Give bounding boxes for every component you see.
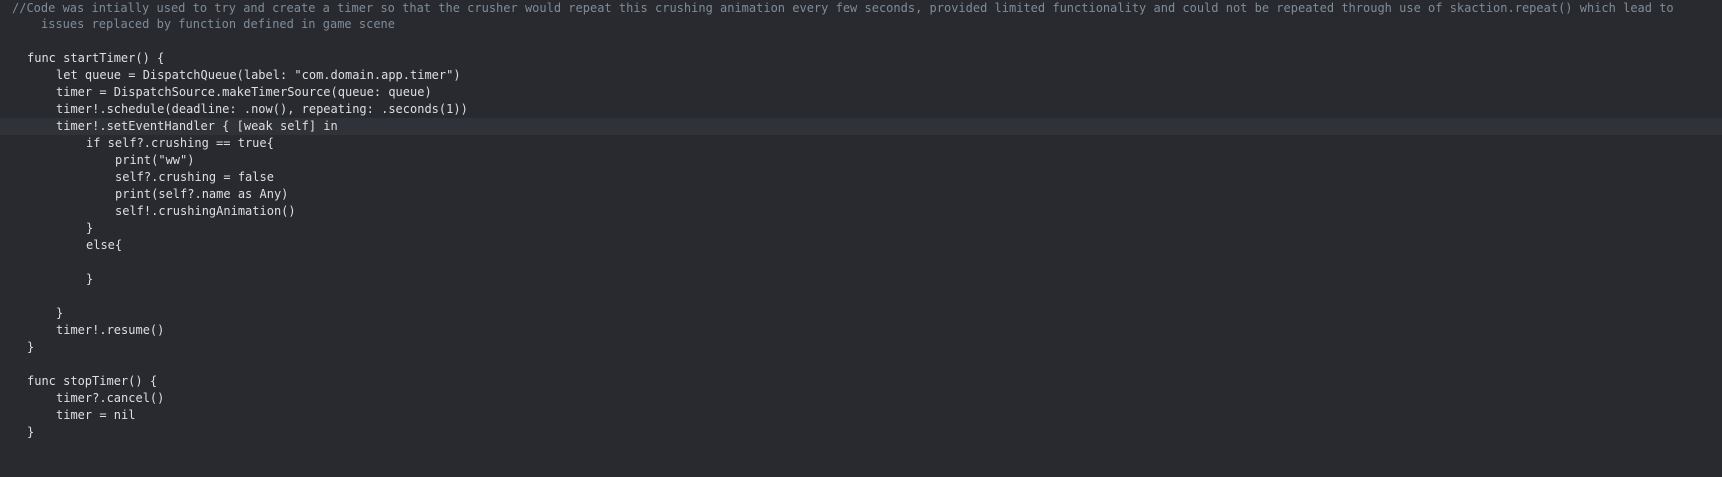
code-line-1[interactable]: //Code was intially used to try and crea… <box>0 0 1722 17</box>
code-line-9[interactable]: if self?.crushing == true{ <box>0 135 1722 152</box>
code-line-18[interactable] <box>0 288 1722 305</box>
code-line-3[interactable] <box>0 33 1722 50</box>
code-text: timer = DispatchSource.makeTimerSource(q… <box>56 85 432 99</box>
code-line-22[interactable] <box>0 356 1722 373</box>
code-line-8-current[interactable]: timer!.setEventHandler { [weak self] in <box>0 118 1722 135</box>
code-line-6[interactable]: timer = DispatchSource.makeTimerSource(q… <box>0 84 1722 101</box>
code-text: self?.crushing = false <box>115 170 274 184</box>
code-editor[interactable]: //Code was intially used to try and crea… <box>0 0 1722 477</box>
code-text: timer!.resume() <box>56 323 165 337</box>
code-line-5[interactable]: let queue = DispatchQueue(label: "com.do… <box>0 67 1722 84</box>
code-line-17[interactable]: } <box>0 271 1722 288</box>
code-text: timer = nil <box>56 408 136 422</box>
code-text: else{ <box>86 238 123 252</box>
code-text: self!.crushingAnimation() <box>115 204 296 218</box>
code-line-19[interactable]: } <box>0 305 1722 322</box>
code-text: if self?.crushing == true{ <box>86 136 274 150</box>
code-line-26[interactable]: } <box>0 424 1722 441</box>
code-line-23[interactable]: func stopTimer() { <box>0 373 1722 390</box>
code-text: timer!.setEventHandler { [weak self] in <box>56 119 338 133</box>
code-line-10[interactable]: print("ww") <box>0 152 1722 169</box>
code-line-21[interactable]: } <box>0 339 1722 356</box>
code-text: } <box>86 221 94 235</box>
code-text: let queue = DispatchQueue(label: "com.do… <box>56 68 461 82</box>
code-text: func stopTimer() { <box>27 374 158 388</box>
code-line-4[interactable]: func startTimer() { <box>0 50 1722 67</box>
code-line-20[interactable]: timer!.resume() <box>0 322 1722 339</box>
code-text: print(self?.name as Any) <box>115 187 289 201</box>
code-text: timer!.schedule(deadline: .now(), repeat… <box>56 102 468 116</box>
code-line-2[interactable]: issues replaced by function defined in g… <box>0 16 1722 33</box>
code-text: issues replaced by function defined in g… <box>41 17 396 31</box>
code-text: //Code was intially used to try and crea… <box>12 1 1674 15</box>
code-text: } <box>27 340 35 354</box>
code-text: } <box>56 306 64 320</box>
code-line-12[interactable]: print(self?.name as Any) <box>0 186 1722 203</box>
code-line-16[interactable] <box>0 254 1722 271</box>
code-line-7[interactable]: timer!.schedule(deadline: .now(), repeat… <box>0 101 1722 118</box>
code-line-14[interactable]: } <box>0 220 1722 237</box>
code-text: print("ww") <box>115 153 195 167</box>
code-line-24[interactable]: timer?.cancel() <box>0 390 1722 407</box>
code-text: } <box>27 425 35 439</box>
code-line-15[interactable]: else{ <box>0 237 1722 254</box>
code-text: func startTimer() { <box>27 51 165 65</box>
code-line-11[interactable]: self?.crushing = false <box>0 169 1722 186</box>
code-text: } <box>86 272 94 286</box>
code-text: timer?.cancel() <box>56 391 165 405</box>
code-line-25[interactable]: timer = nil <box>0 407 1722 424</box>
code-line-13[interactable]: self!.crushingAnimation() <box>0 203 1722 220</box>
